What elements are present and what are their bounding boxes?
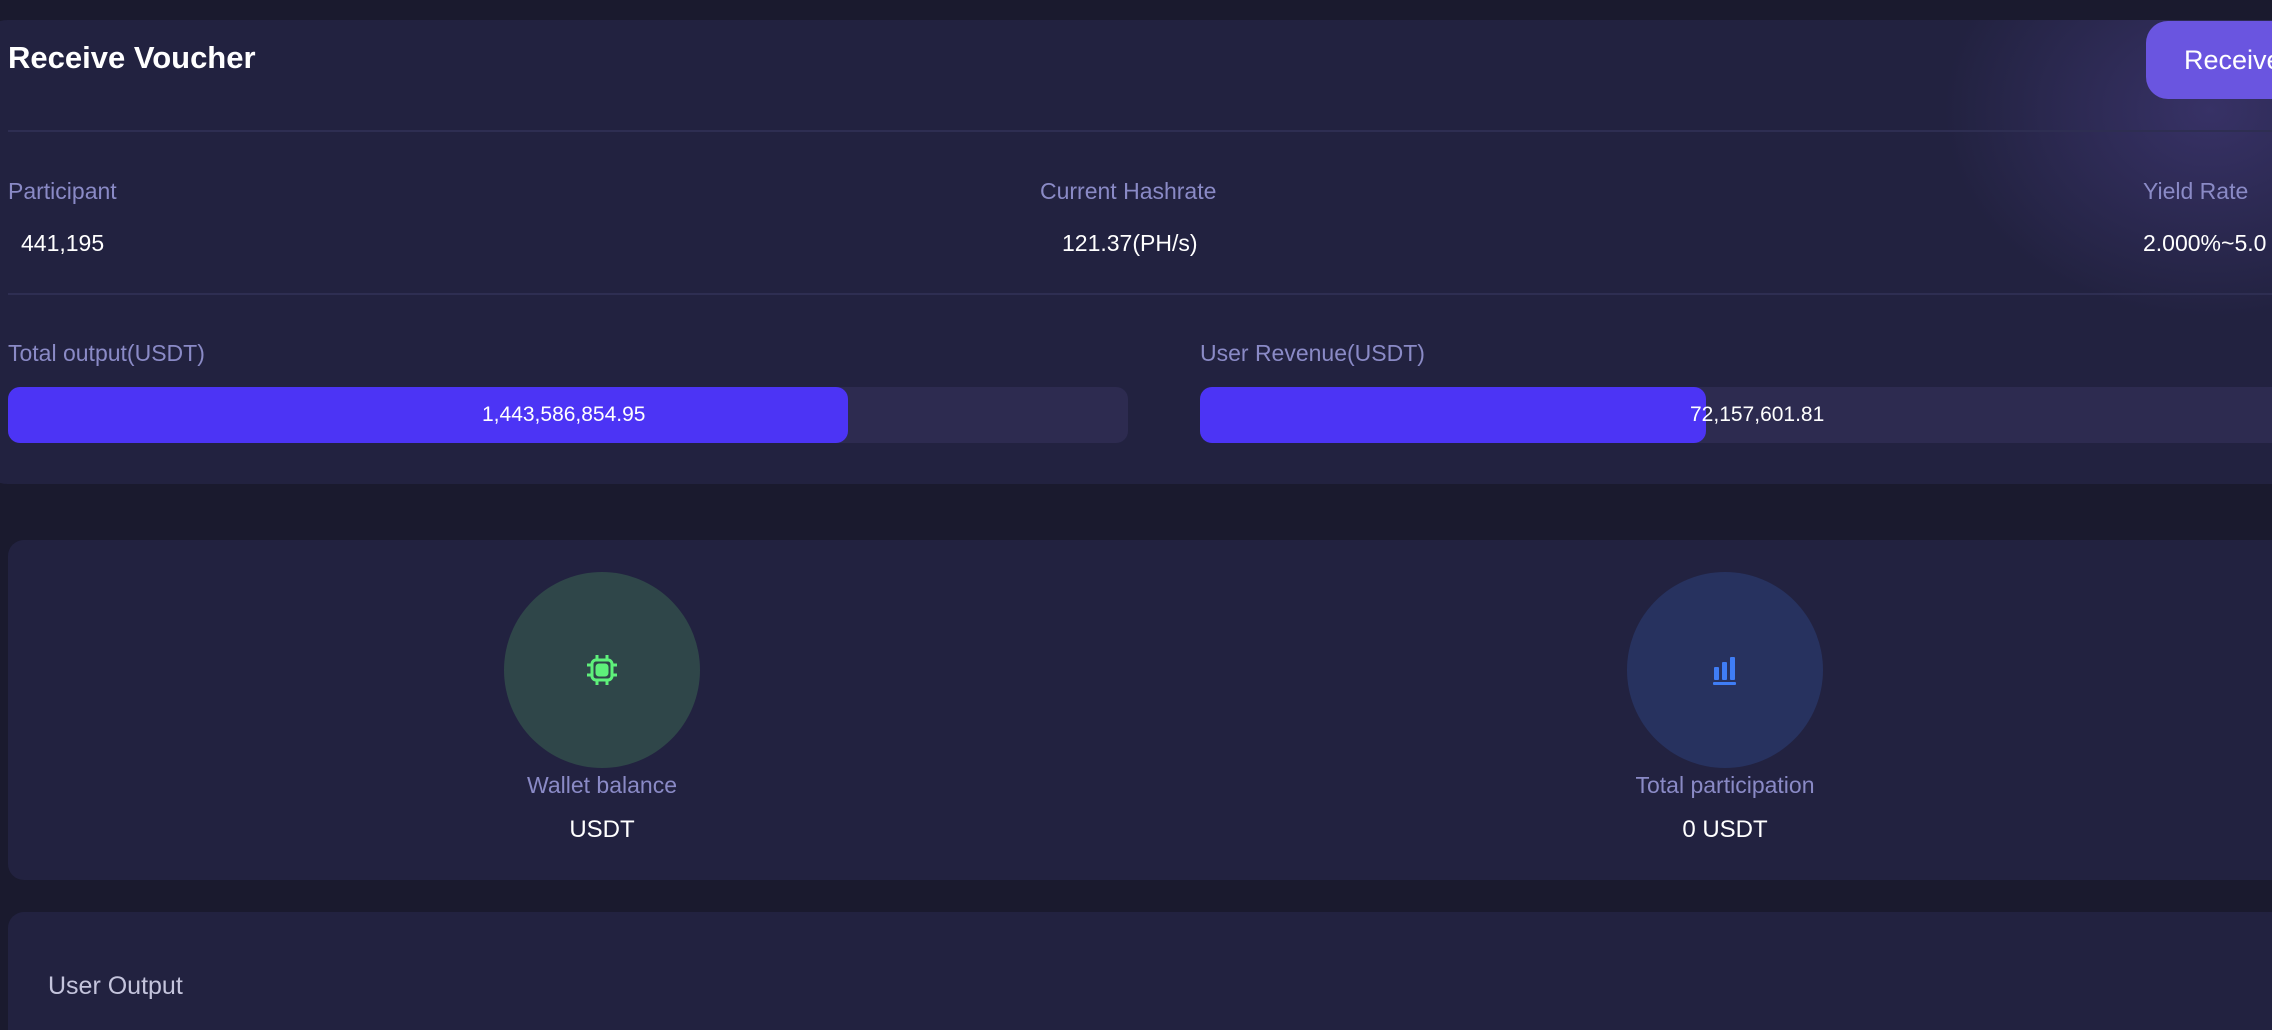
stats-card	[8, 540, 2272, 880]
total-output-progress-fill	[8, 387, 848, 443]
total-output-progress-bar: 1,443,586,854.95	[8, 387, 1128, 443]
hashrate-value: 121.37(PH/s)	[1062, 230, 1198, 256]
receive-button[interactable]: Receive	[2146, 21, 2272, 99]
total-participation-circle	[1627, 572, 1823, 768]
hashrate-label: Current Hashrate	[1040, 178, 1217, 204]
total-participation-value: 0 USDT	[1682, 816, 1768, 843]
participant-value: 441,195	[21, 230, 105, 256]
divider	[8, 293, 2272, 295]
bar-chart-icon	[1713, 657, 1736, 685]
wallet-balance-circle	[504, 572, 700, 768]
user-revenue-label: User Revenue(USDT)	[1200, 340, 1425, 366]
wallet-balance-label: Wallet balance	[526, 772, 677, 798]
user-revenue-progress-fill	[1200, 387, 1706, 443]
total-output-value: 1,443,586,854.95	[482, 403, 646, 426]
yield-rate-value: 2.000%~5.0	[2143, 230, 2267, 256]
user-revenue-progress-bar: 72,157,601.81	[1200, 387, 2272, 443]
user-output-title: User Output	[48, 972, 183, 1000]
user-output-card: User Output	[8, 912, 2272, 1030]
wallet-balance-value: USDT	[569, 816, 635, 843]
voucher-page: Receive Voucher Receive Participant 441,…	[0, 0, 2272, 1030]
participant-label: Participant	[8, 178, 117, 204]
page-title: Receive Voucher	[8, 40, 256, 75]
chip-icon	[587, 655, 617, 685]
total-participation-label: Total participation	[1635, 772, 1815, 798]
total-output-label: Total output(USDT)	[8, 340, 205, 366]
yield-rate-label: Yield Rate	[2143, 178, 2249, 204]
user-revenue-value: 72,157,601.81	[1690, 403, 1825, 426]
divider	[8, 130, 2272, 132]
